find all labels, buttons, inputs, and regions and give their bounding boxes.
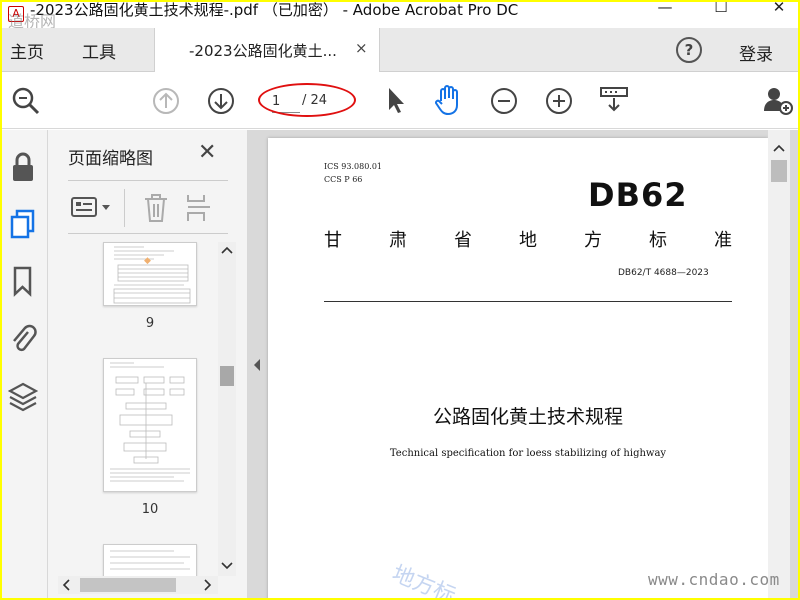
diagonal-watermark: 地方标 bbox=[388, 561, 459, 598]
thumbnail-10-preview bbox=[110, 362, 190, 482]
org-char: 肃 bbox=[389, 230, 407, 251]
thumbnail-page-10[interactable] bbox=[103, 358, 197, 492]
document-title-cn: 公路固化黄土技术规程 bbox=[432, 406, 623, 428]
search-zoom-icon[interactable] bbox=[10, 85, 42, 117]
maximize-button[interactable]: ☐ bbox=[706, 2, 736, 16]
tab-bar: 主页 工具 -2023公路固化黄土... × ? 登录 bbox=[2, 28, 798, 72]
close-window-button[interactable]: ✕ bbox=[764, 2, 794, 16]
toolbar: / 24 bbox=[2, 73, 798, 129]
scroll-mode-icon[interactable] bbox=[599, 85, 629, 115]
header-rule bbox=[324, 301, 732, 302]
scroll-up-arrow-icon[interactable] bbox=[221, 246, 233, 254]
thumbnail-label-9: 9 bbox=[145, 316, 155, 331]
lock-icon[interactable] bbox=[8, 150, 38, 184]
minimize-button[interactable]: — bbox=[650, 2, 680, 16]
svg-text:◆: ◆ bbox=[144, 256, 151, 266]
issuing-organization: 甘 肃 省 地 方 标 准 bbox=[324, 226, 732, 252]
org-char: 准 bbox=[714, 230, 732, 251]
previous-page-icon[interactable] bbox=[152, 87, 180, 115]
org-char: 省 bbox=[454, 230, 472, 251]
thumbnail-label-10: 10 bbox=[141, 502, 159, 517]
org-char: 标 bbox=[649, 230, 667, 251]
db62-logo: DB62 bbox=[588, 176, 688, 214]
window-title: -2023公路固化黄土技术规程-.pdf （已加密） - Adobe Acrob… bbox=[30, 2, 519, 19]
left-rail bbox=[2, 130, 48, 598]
scroll-right-arrow-icon[interactable] bbox=[204, 579, 212, 591]
org-char: 甘 bbox=[324, 230, 342, 251]
red-highlight-oval bbox=[258, 83, 356, 117]
scroll-left-arrow-icon[interactable] bbox=[62, 579, 70, 591]
pdf-page: ICS 93.080.01 CCS P 66 DB62 甘 肃 省 地 方 标 … bbox=[268, 138, 768, 598]
panel-close-icon[interactable]: ✕ bbox=[198, 140, 216, 165]
org-char: 地 bbox=[519, 230, 537, 251]
horizontal-scroll-thumb[interactable] bbox=[80, 578, 176, 592]
thumbnail-options-icon[interactable] bbox=[70, 195, 116, 221]
login-button[interactable]: 登录 bbox=[739, 40, 773, 65]
vertical-scroll-thumb[interactable] bbox=[220, 366, 234, 386]
title-bar: A -2023公路固化黄土技术规程-.pdf （已加密） - Adobe Acr… bbox=[2, 2, 798, 31]
ccs-code: CCS P 66 bbox=[324, 175, 363, 184]
panel-toolbar bbox=[68, 180, 228, 234]
tab-document[interactable]: -2023公路固化黄土... × bbox=[154, 28, 380, 72]
thumbnails-panel: 页面缩略图 ✕ ◆ 9 10 bbox=[48, 130, 248, 598]
page-thumbnails-icon[interactable] bbox=[8, 208, 38, 242]
thumbnail-9-preview: ◆ bbox=[113, 246, 191, 304]
ics-code: ICS 93.080.01 bbox=[324, 162, 383, 171]
collapse-panel-icon[interactable] bbox=[252, 358, 262, 372]
thumbnails-vertical-scrollbar[interactable] bbox=[218, 242, 236, 576]
insert-page-icon[interactable] bbox=[184, 193, 214, 223]
zoom-out-icon[interactable] bbox=[490, 87, 518, 115]
site-watermark: www.cndao.com bbox=[648, 570, 780, 589]
tab-tools[interactable]: 工具 bbox=[82, 38, 116, 63]
tab-home[interactable]: 主页 bbox=[10, 38, 44, 63]
panel-title: 页面缩略图 bbox=[68, 149, 153, 169]
delete-page-icon[interactable] bbox=[142, 193, 170, 223]
zoom-in-icon[interactable] bbox=[545, 87, 573, 115]
layers-icon[interactable] bbox=[8, 380, 38, 414]
help-icon[interactable]: ? bbox=[676, 37, 702, 63]
tab-close-icon[interactable]: × bbox=[355, 39, 368, 57]
viewer-vertical-scrollbar[interactable] bbox=[768, 130, 790, 598]
hand-tool-icon[interactable] bbox=[432, 83, 464, 117]
share-user-icon[interactable] bbox=[762, 85, 794, 117]
select-cursor-icon[interactable] bbox=[384, 85, 408, 115]
viewer-scroll-up-icon[interactable] bbox=[773, 144, 785, 152]
document-title-en: Technical specification for loess stabil… bbox=[389, 448, 667, 459]
thumbnail-page-9[interactable]: ◆ bbox=[103, 242, 197, 306]
attachment-icon[interactable] bbox=[8, 322, 38, 356]
org-char: 方 bbox=[584, 230, 602, 251]
toolbar-divider bbox=[124, 189, 125, 227]
next-page-icon[interactable] bbox=[207, 87, 235, 115]
tab-document-label: -2023公路固化黄土... bbox=[189, 42, 337, 60]
standard-number: DB62/T 4688—2023 bbox=[618, 268, 709, 278]
scroll-down-arrow-icon[interactable] bbox=[221, 562, 233, 570]
viewer-scroll-thumb[interactable] bbox=[771, 160, 787, 182]
bookmark-icon[interactable] bbox=[8, 264, 38, 298]
page-navigator: / 24 bbox=[258, 83, 356, 117]
document-viewer: ICS 93.080.01 CCS P 66 DB62 甘 肃 省 地 方 标 … bbox=[248, 130, 798, 598]
acrobat-window: A -2023公路固化黄土技术规程-.pdf （已加密） - Adobe Acr… bbox=[2, 2, 798, 598]
thumbnails-horizontal-scrollbar[interactable] bbox=[58, 576, 218, 594]
